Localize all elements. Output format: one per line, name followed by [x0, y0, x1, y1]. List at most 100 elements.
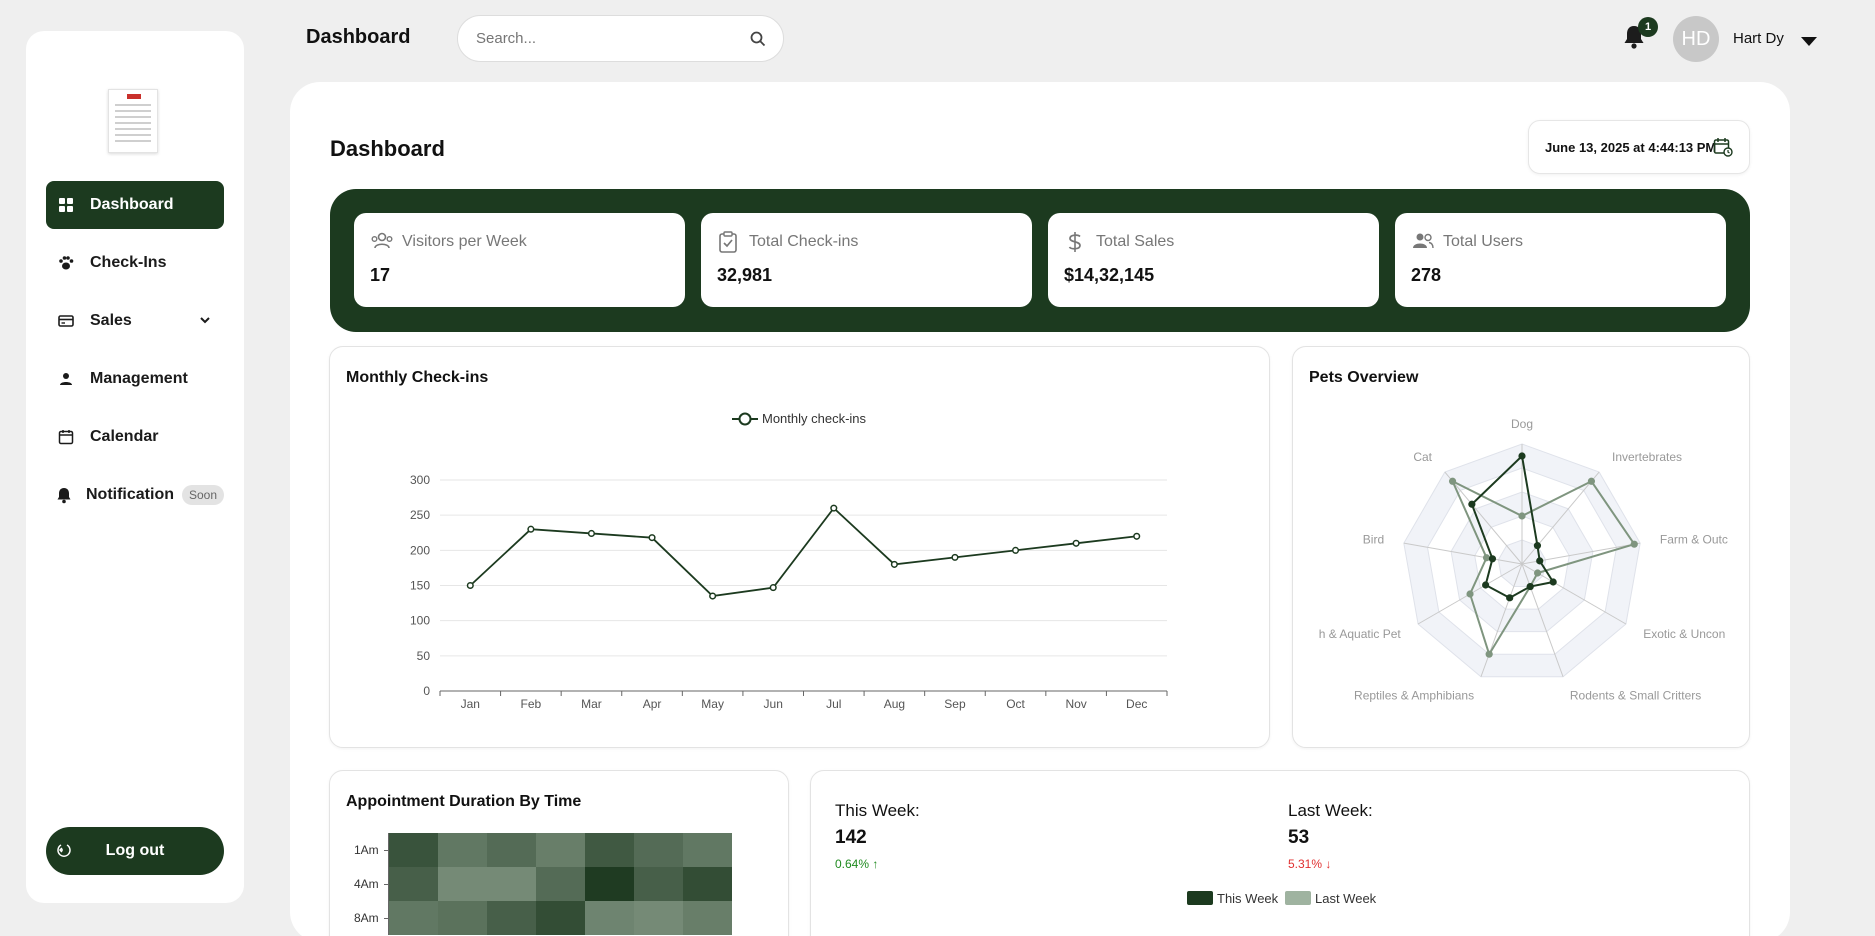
radar-point — [1488, 555, 1497, 563]
clipboard-check-icon — [717, 231, 739, 258]
heatmap-cell[interactable] — [683, 867, 732, 901]
stat-card-checkins: Total Check-ins 32,981 — [701, 213, 1032, 307]
heatmap-cell[interactable] — [634, 867, 683, 901]
legend-label-last-week[interactable]: Last Week — [1315, 891, 1376, 906]
stat-value: 32,981 — [717, 265, 773, 285]
stat-value: 278 — [1411, 265, 1442, 285]
heatmap-cell[interactable] — [487, 833, 536, 867]
users-icon — [370, 231, 394, 256]
heatmap-cell[interactable] — [683, 901, 732, 935]
radar-axis-label: Exotic & Uncon — [1643, 627, 1725, 641]
data-point — [648, 534, 656, 542]
heatmap-cell[interactable] — [536, 901, 585, 935]
data-point — [1133, 532, 1141, 540]
sidebar-item-dashboard[interactable]: Dashboard — [46, 181, 224, 229]
sidebar-item-sales[interactable]: Sales — [46, 297, 224, 345]
datetime-display[interactable]: June 13, 2025 at 4:44:13 PM — [1528, 120, 1750, 174]
logout-label: Log out — [105, 842, 165, 859]
sidebar-item-notification[interactable]: Notification Soon — [46, 471, 225, 519]
radar-point — [1549, 578, 1557, 586]
heatmap-cell[interactable] — [536, 867, 585, 901]
heatmap-cell[interactable] — [389, 901, 438, 935]
heatmap-row-label: 4Am — [354, 877, 379, 891]
stat-label: Total Check-ins — [749, 233, 859, 250]
search-icon[interactable] — [749, 30, 767, 53]
search-input[interactable] — [476, 30, 736, 47]
appointment-heatmap-card: Appointment Duration By Time 1Am 4Am 8Am — [329, 770, 789, 936]
heatmap-cell[interactable] — [634, 901, 683, 935]
search-box[interactable] — [457, 15, 784, 62]
stat-value: $14,32,145 — [1064, 265, 1155, 285]
weekly-comparison-card: This Week: 142 0.64% ↑ Last Week: 53 5.3… — [810, 770, 1750, 936]
sidebar-item-check-ins[interactable]: Check-Ins — [46, 239, 224, 287]
y-tick-label: 150 — [410, 579, 430, 593]
y-tick-label: 250 — [410, 508, 430, 522]
radar-point — [1518, 512, 1526, 520]
heatmap-y-axis — [388, 833, 389, 935]
last-week-change: 5.31% ↓ — [1288, 857, 1332, 871]
this-week-change: 0.64% ↑ — [835, 857, 879, 871]
last-week-label: Last Week: — [1288, 801, 1373, 820]
heatmap-cell[interactable] — [438, 901, 487, 935]
data-point — [527, 525, 535, 533]
heatmap-cell[interactable] — [389, 833, 438, 867]
datetime-text: June 13, 2025 at 4:44:13 PM — [1545, 139, 1717, 155]
sidebar-item-label: Sales — [90, 312, 132, 329]
radar-point — [1630, 540, 1638, 548]
data-point — [1011, 546, 1020, 554]
sidebar-item-calendar[interactable]: Calendar — [46, 413, 224, 461]
heatmap-cell[interactable] — [536, 833, 585, 867]
heatmap-cell[interactable] — [389, 867, 438, 901]
heatmap-cell[interactable] — [487, 901, 536, 935]
dollar-icon — [1064, 231, 1086, 258]
soon-badge: Soon — [182, 485, 225, 505]
logout-button[interactable]: Log out — [46, 827, 224, 875]
sidebar-item-label: Notification — [86, 486, 174, 503]
x-tick-label: Aug — [884, 697, 905, 711]
radar-point — [1536, 557, 1544, 565]
calendar-icon — [56, 427, 76, 447]
radar-axis-label: Farm & Outc — [1660, 533, 1728, 547]
y-tick-label: 50 — [417, 649, 431, 663]
y-tick-label: 100 — [410, 614, 430, 628]
radar-axis-label: Reptiles & Amphibians — [1354, 689, 1474, 703]
avatar[interactable]: HD — [1673, 16, 1719, 62]
heatmap-cell[interactable] — [683, 833, 732, 867]
heatmap-cell[interactable] — [634, 833, 683, 867]
logout-icon — [56, 841, 74, 864]
data-point — [890, 560, 898, 568]
heatmap-row-label: 1Am — [354, 843, 379, 857]
user-name[interactable]: Hart Dy — [1733, 30, 1784, 47]
x-tick-label: May — [701, 697, 724, 711]
caret-down-icon[interactable] — [1801, 34, 1817, 52]
page-title: Dashboard — [330, 136, 445, 161]
calendar-clock-icon[interactable] — [1713, 137, 1733, 160]
heatmap-cell[interactable] — [585, 867, 634, 901]
sidebar-item-label: Calendar — [90, 428, 159, 445]
y-tick-label: 0 — [423, 684, 430, 698]
legend-label[interactable]: Monthly check-ins — [762, 411, 867, 426]
data-point — [1072, 539, 1080, 547]
stat-card-sales: Total Sales $14,32,145 — [1048, 213, 1379, 307]
sidebar-nav: Dashboard Check-Ins Sales Management Cal… — [46, 181, 225, 529]
heatmap-cell[interactable] — [585, 901, 634, 935]
heatmap-cell[interactable] — [487, 867, 536, 901]
legend-swatch-last-week — [1285, 891, 1311, 905]
x-tick-label: Nov — [1065, 697, 1086, 711]
x-tick-label: Jul — [826, 697, 841, 711]
heatmap-cell[interactable] — [438, 867, 487, 901]
heatmap-cell[interactable] — [438, 833, 487, 867]
chevron-down-icon[interactable] — [198, 313, 212, 332]
heatmap-cell[interactable] — [585, 833, 634, 867]
stat-card-users: Total Users 278 — [1395, 213, 1726, 307]
x-tick-label: Sep — [944, 697, 966, 711]
stat-card-visitors: Visitors per Week 17 — [354, 213, 685, 307]
x-tick-label: Apr — [643, 697, 662, 711]
legend-label-this-week[interactable]: This Week — [1217, 891, 1278, 906]
stat-label: Total Sales — [1096, 233, 1175, 250]
radar-axis-label: Dog — [1511, 417, 1533, 431]
card-icon — [56, 311, 76, 331]
radar-point — [1466, 590, 1474, 598]
sidebar-item-management[interactable]: Management — [46, 355, 224, 403]
grid-icon — [56, 195, 76, 215]
